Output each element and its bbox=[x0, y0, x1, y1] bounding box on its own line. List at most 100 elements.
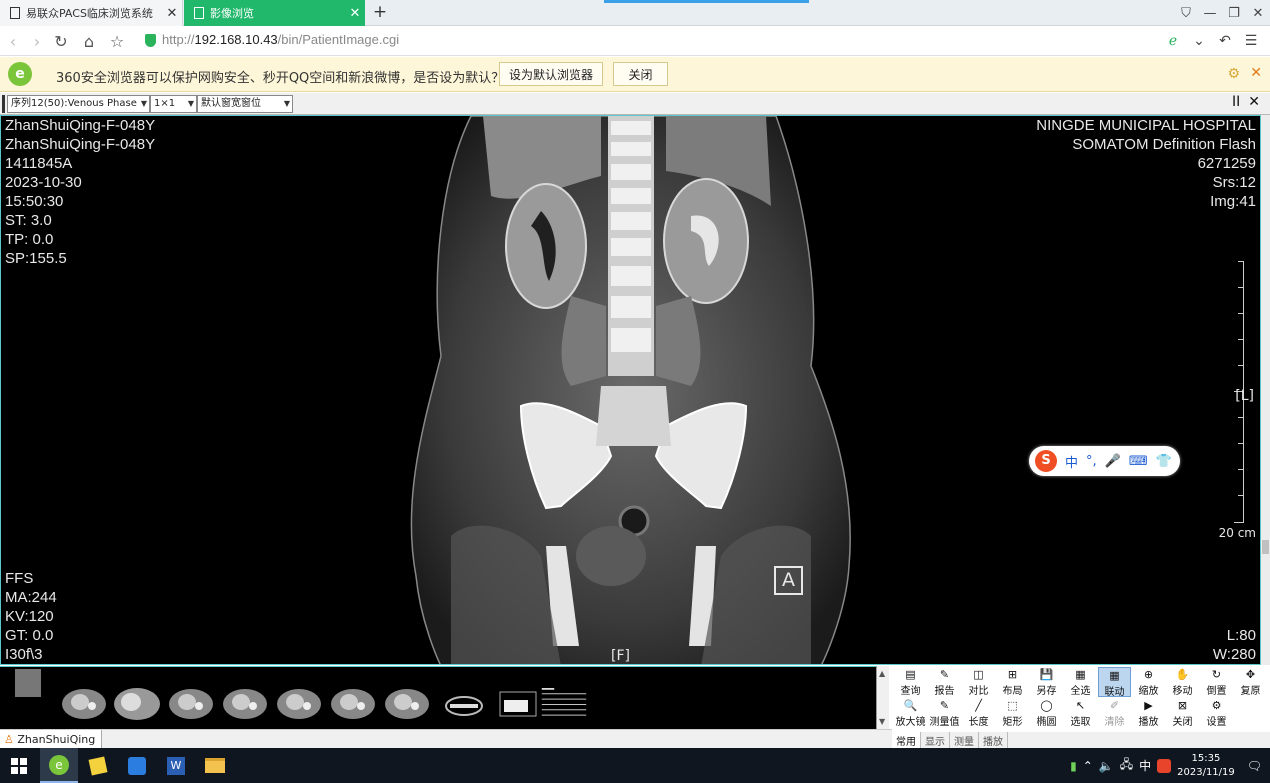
input-language[interactable]: 中 bbox=[1139, 757, 1151, 774]
viewer-scrollbar[interactable] bbox=[1261, 115, 1270, 665]
bookmark-star-icon[interactable]: ☆ bbox=[106, 30, 128, 52]
tab-common[interactable]: 常用 bbox=[892, 732, 921, 748]
thumbnail-series[interactable] bbox=[167, 684, 215, 724]
reload-icon[interactable]: ↻ bbox=[50, 30, 72, 52]
settings-button[interactable]: ⚙ 设置 bbox=[1200, 698, 1233, 728]
taskbar-notes[interactable] bbox=[79, 748, 117, 783]
volume-icon[interactable]: 🔈 bbox=[1099, 759, 1114, 773]
tab-display[interactable]: 显示 bbox=[921, 732, 950, 748]
magnifier-button[interactable]: 🔍 放大镜 bbox=[894, 698, 927, 728]
report-icon: ✎ bbox=[939, 668, 950, 681]
thumbnail-series[interactable] bbox=[440, 684, 488, 724]
save-as-button[interactable]: 💾 另存 bbox=[1030, 667, 1063, 697]
tab-playback[interactable]: 播放 bbox=[979, 732, 1008, 748]
length-button[interactable]: ╱ 长度 bbox=[962, 698, 995, 728]
tab-close-icon[interactable]: ✕ bbox=[162, 6, 182, 21]
select-all-button[interactable]: ▦ 全选 bbox=[1064, 667, 1097, 697]
battery-icon[interactable]: ▮ bbox=[1070, 759, 1077, 773]
sogou-tray-icon[interactable] bbox=[1157, 758, 1172, 773]
viewer-controls: II ✕ bbox=[1232, 94, 1260, 110]
notification-close-button[interactable]: 关闭 bbox=[613, 62, 668, 86]
tab-label: 易联众PACS临床浏览系统 bbox=[26, 7, 153, 20]
scrollbar-thumb[interactable] bbox=[1262, 540, 1269, 554]
close-window-button[interactable]: ✕ bbox=[1246, 0, 1270, 26]
scroll-down-icon[interactable]: ▼ bbox=[879, 717, 885, 726]
thumbnail-scrollbar[interactable]: ▲ ▼ bbox=[876, 666, 889, 729]
taskbar-word[interactable]: W bbox=[157, 748, 195, 783]
minimize-button[interactable]: — bbox=[1198, 0, 1222, 26]
scale-label: 20 cm bbox=[1218, 526, 1256, 540]
home-icon[interactable]: ⌂ bbox=[78, 30, 100, 52]
pan-button[interactable]: ✋ 移动 bbox=[1166, 667, 1199, 697]
query-button[interactable]: ▤ 查询 bbox=[894, 667, 927, 697]
compare-button[interactable]: ◫ 对比 bbox=[962, 667, 995, 697]
scroll-up-icon[interactable]: ▲ bbox=[879, 669, 885, 678]
undo-icon[interactable]: ↶ bbox=[1214, 30, 1236, 52]
system-clock[interactable]: 15:35 2023/11/19 bbox=[1177, 752, 1235, 780]
measure-value-button[interactable]: ✎ 测量值 bbox=[928, 698, 961, 728]
thumbnail-dose-report[interactable] bbox=[540, 684, 588, 724]
reset-button[interactable]: ✥ 复原 bbox=[1234, 667, 1267, 697]
chevron-up-icon[interactable]: ⌃ bbox=[1083, 759, 1093, 773]
set-default-button[interactable]: 设为默认浏览器 bbox=[499, 62, 603, 86]
dropdown-chevron-icon[interactable]: ⌄ bbox=[1188, 30, 1210, 52]
thumbnail-scout[interactable] bbox=[15, 669, 41, 697]
notification-center-icon[interactable]: 🗨 bbox=[1247, 759, 1262, 773]
chevron-down-icon: ▼ bbox=[187, 99, 194, 108]
patient-tab[interactable]: ♙ ZhanShuiQing bbox=[0, 730, 103, 749]
thumbnail-series[interactable] bbox=[113, 684, 161, 724]
window-drag-bar[interactable] bbox=[604, 0, 809, 3]
ellipse-button[interactable]: ◯ 椭圆 bbox=[1030, 698, 1063, 728]
tab-measure[interactable]: 测量 bbox=[950, 732, 979, 748]
zoom-button[interactable]: ⊕ 缩放 bbox=[1132, 667, 1165, 697]
forward-icon[interactable]: › bbox=[26, 30, 48, 52]
gear-icon[interactable]: ⚙ bbox=[1227, 66, 1240, 82]
taskbar-contacts[interactable] bbox=[118, 748, 156, 783]
tool-label: 播放 bbox=[1138, 717, 1159, 728]
ime-chinese-toggle[interactable]: 中 bbox=[1065, 452, 1078, 471]
pause-icon[interactable]: II bbox=[1232, 94, 1240, 110]
new-tab-button[interactable]: + bbox=[370, 2, 390, 24]
tab-close-icon[interactable]: ✕ bbox=[345, 6, 365, 21]
select-button[interactable]: ↖ 选取 bbox=[1064, 698, 1097, 728]
layout-select[interactable]: 1×1 ▼ bbox=[150, 95, 197, 113]
thumbnail-series[interactable] bbox=[221, 684, 269, 724]
taskbar-360-browser[interactable]: e bbox=[40, 748, 78, 783]
close-icon[interactable]: ✕ bbox=[1250, 65, 1262, 81]
skin-icon[interactable]: ⛉ bbox=[1174, 0, 1198, 26]
tab-pacs[interactable]: 易联众PACS临床浏览系统 ✕ bbox=[0, 0, 183, 26]
browser-e-icon[interactable]: ℯ bbox=[1162, 30, 1184, 52]
keyboard-icon[interactable]: ⌨ bbox=[1129, 454, 1148, 469]
thumbnail-series[interactable] bbox=[60, 684, 108, 724]
network-icon[interactable]: 🖧 bbox=[1120, 755, 1133, 776]
clear-button[interactable]: ✐ 清除 bbox=[1098, 698, 1131, 728]
microphone-icon[interactable]: 🎤 bbox=[1105, 454, 1121, 469]
close-tool-button[interactable]: ⊠ 关闭 bbox=[1166, 698, 1199, 728]
play-button[interactable]: ▶ 播放 bbox=[1132, 698, 1165, 728]
window-preset-select[interactable]: 默认窗宽窗位 ▼ bbox=[197, 95, 293, 113]
thumbnail-series[interactable] bbox=[275, 684, 323, 724]
maximize-button[interactable]: ❐ bbox=[1222, 0, 1246, 26]
close-viewer-icon[interactable]: ✕ bbox=[1248, 94, 1260, 110]
security-shield-icon bbox=[145, 34, 156, 47]
link-button[interactable]: ▦ 联动 bbox=[1098, 667, 1131, 698]
taskbar-explorer[interactable] bbox=[196, 748, 234, 783]
tab-image-viewer[interactable]: 影像浏览 ✕ bbox=[184, 0, 365, 26]
report-button[interactable]: ✎ 报告 bbox=[928, 667, 961, 697]
menu-icon[interactable]: ☰ bbox=[1240, 30, 1262, 52]
skin-icon[interactable]: 👕 bbox=[1156, 454, 1172, 469]
series-select[interactable]: 序列12(50):Venous Phase ▼ bbox=[7, 95, 150, 113]
thumbnail-series[interactable] bbox=[329, 684, 377, 724]
ime-toolbar[interactable]: S 中 °, 🎤 ⌨ 👕 bbox=[1029, 446, 1180, 476]
url-field[interactable]: http://192.168.10.43/bin/PatientImage.cg… bbox=[162, 32, 399, 47]
layout-button[interactable]: ⊞ 布局 bbox=[996, 667, 1029, 697]
back-icon[interactable]: ‹ bbox=[2, 30, 24, 52]
rectangle-button[interactable]: ⬚ 矩形 bbox=[996, 698, 1029, 728]
thumbnail-series[interactable] bbox=[383, 684, 431, 724]
punctuation-icon[interactable]: °, bbox=[1086, 454, 1097, 469]
ct-image-viewport[interactable]: ZhanShuiQing-F-048Y ZhanShuiQing-F-048Y … bbox=[0, 115, 1261, 665]
url-scheme: http:// bbox=[162, 32, 195, 47]
thumbnail-series[interactable] bbox=[494, 684, 542, 724]
invert-button[interactable]: ↻ 倒置 bbox=[1200, 667, 1233, 697]
start-button[interactable] bbox=[0, 748, 38, 783]
